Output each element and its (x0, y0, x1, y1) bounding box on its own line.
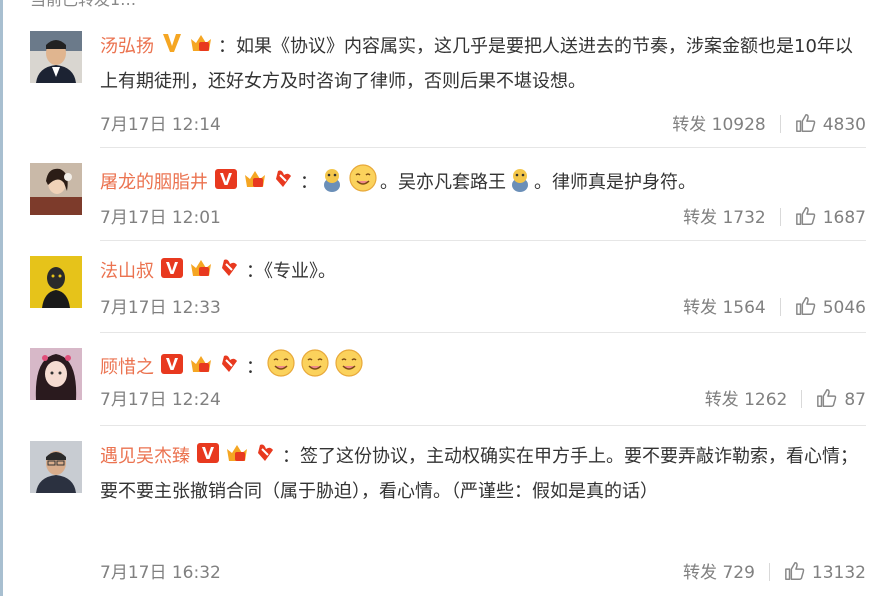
comment-text: 屠龙的胭脂井：。吴亦凡套路王 。律师真是护身符。 (100, 163, 866, 204)
like-button[interactable]: 4830 (795, 114, 866, 135)
like-count: 4830 (822, 115, 866, 135)
repost-button[interactable]: 转发 10928 (672, 115, 766, 135)
crown-badge-icon (188, 352, 214, 387)
username-link[interactable]: 顾惜之 (100, 357, 154, 378)
comment-time: 7月17日 12:14 (100, 115, 221, 135)
vip-red-v-icon (196, 441, 220, 476)
vip-red-v-icon (160, 352, 184, 387)
smile-emoji-icon (348, 163, 378, 204)
comment-text: 法山叔 ：《专业》。 (100, 256, 866, 291)
doge-emoji-icon (508, 167, 532, 204)
repost-count: 1262 (744, 390, 788, 410)
fan-badge-icon (272, 167, 296, 202)
smile-emoji-icon (266, 348, 296, 389)
avatar[interactable] (30, 31, 82, 83)
like-count: 5046 (822, 298, 866, 318)
repost-count: 1564 (722, 298, 766, 318)
repost-button[interactable]: 转发 1732 (683, 208, 766, 228)
like-button[interactable]: 13132 (784, 562, 866, 583)
comment-divider (100, 147, 866, 148)
repost-button[interactable]: 转发 729 (683, 563, 755, 583)
comment-time: 7月17日 12:01 (100, 208, 221, 228)
comment-time: 7月17日 12:33 (100, 298, 221, 318)
avatar[interactable] (30, 256, 82, 308)
thumbs-up-icon (795, 114, 816, 132)
crown-badge-icon (242, 167, 268, 202)
username-link[interactable]: 汤弘扬 (100, 36, 154, 57)
avatar[interactable] (30, 348, 82, 400)
comment-time: 7月17日 16:32 (100, 563, 221, 583)
thumbs-up-icon (795, 207, 816, 225)
vip-red-v-icon (214, 167, 238, 202)
like-button[interactable]: 1687 (795, 207, 866, 228)
comment-divider (100, 425, 866, 426)
like-button[interactable]: 5046 (795, 297, 866, 318)
vip-red-v-icon (160, 256, 184, 291)
comment-divider (100, 240, 866, 241)
comment-body-text: 《专业》。 (264, 261, 336, 282)
repost-button[interactable]: 转发 1564 (683, 298, 766, 318)
avatar[interactable] (30, 441, 82, 493)
comment-body-text-tail: 。律师真是护身符。 (534, 172, 696, 193)
divider (779, 208, 781, 226)
fan-badge-icon (254, 441, 278, 476)
comment-text: 遇见吴杰臻 ：签了这份协议，主动权确实在甲方手上。要不要弄敲诈勒索，看心情；要不要… (100, 441, 866, 508)
smile-emoji-icon (300, 348, 330, 389)
crown-badge-icon (188, 31, 214, 66)
fan-badge-icon (218, 256, 242, 291)
divider (779, 115, 781, 133)
repost-count: 10928 (711, 115, 766, 135)
truncated-header-text: 当前已转发1… (30, 0, 136, 10)
thumbs-up-icon (785, 562, 805, 580)
repost-count: 729 (722, 563, 755, 583)
like-count: 13132 (811, 563, 866, 583)
fan-badge-icon (218, 352, 242, 387)
username-link[interactable]: 屠龙的胭脂井 (100, 172, 208, 193)
avatar[interactable] (30, 163, 82, 215)
username-link[interactable]: 遇见吴杰臻 (100, 446, 190, 467)
comment-divider (100, 332, 866, 333)
crown-badge-icon (224, 441, 250, 476)
verified-yellow-v-icon (160, 31, 184, 66)
divider (768, 563, 770, 581)
left-border (0, 0, 3, 596)
thumbs-up-icon (795, 297, 816, 315)
divider (801, 390, 803, 408)
repost-button[interactable]: 转发 1262 (705, 390, 788, 410)
comment-text: 顾惜之： (100, 348, 866, 389)
comment-text: 汤弘扬 ：如果《协议》内容属实，这几乎是要把人送进去的节奏，涉案金额也是10年以上… (100, 31, 866, 98)
thumbs-up-icon (817, 389, 837, 407)
comment-time: 7月17日 12:24 (100, 390, 221, 410)
comment-body-text: 。吴亦凡套路王 (380, 172, 506, 193)
crown-badge-icon (188, 256, 214, 291)
like-button[interactable]: 87 (816, 389, 866, 410)
divider (779, 298, 781, 316)
like-count: 87 (844, 390, 866, 410)
like-count: 1687 (822, 208, 866, 228)
doge-emoji-icon (320, 167, 344, 204)
username-link[interactable]: 法山叔 (100, 261, 154, 282)
repost-count: 1732 (722, 208, 766, 228)
smile-emoji-icon (334, 348, 364, 389)
